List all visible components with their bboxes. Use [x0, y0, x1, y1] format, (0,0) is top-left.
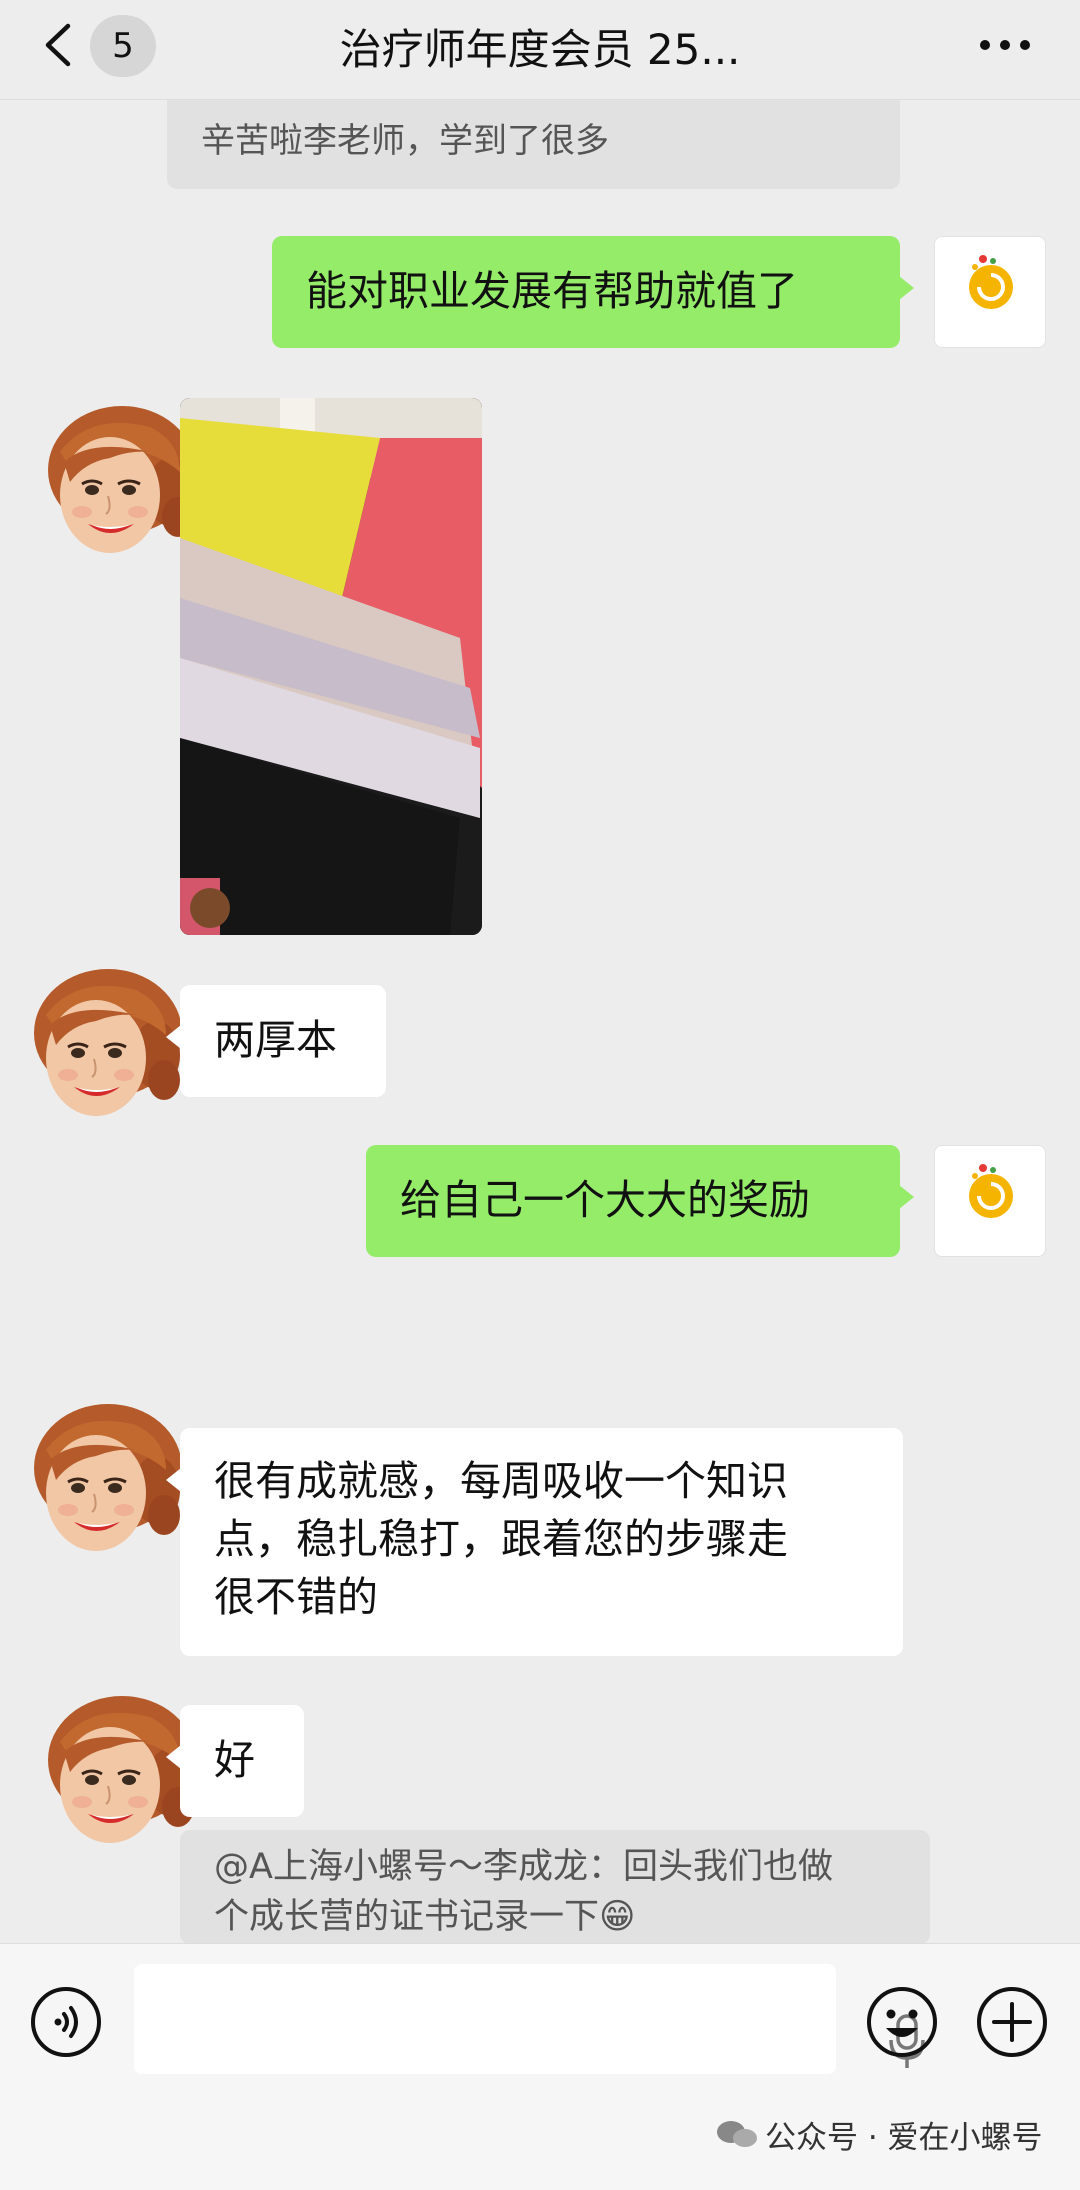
contact-avatar[interactable] [16, 955, 186, 1125]
message-text-line: 点，稳扎稳打，跟着您的步骤走 [214, 1515, 788, 1563]
quoted-reply[interactable]: @A上海小螺号～李成龙：回头我们也做 个成长营的证书记录一下😁 [180, 1830, 930, 1944]
message-bubble-self[interactable]: 能对职业发展有帮助就值了 [272, 236, 914, 348]
self-avatar[interactable] [934, 236, 1046, 348]
chat-input-bar: 公众号 · 爱在小螺号 [0, 1943, 1080, 2190]
quoted-reply-line: 个成长营的证书记录一下😁 [214, 1897, 636, 1937]
message-text-line: 很不错的 [214, 1573, 378, 1621]
back-arrow-icon[interactable] [38, 20, 78, 70]
voice-input-icon[interactable] [28, 1984, 104, 2060]
more-options-icon[interactable] [975, 30, 1035, 60]
message-text: 两厚本 [214, 1016, 337, 1064]
add-attachment-icon[interactable] [974, 1984, 1050, 2060]
wechat-icon [717, 2121, 757, 2147]
quoted-message[interactable]: 辛苦啦李老师，学到了很多 [167, 85, 900, 189]
unread-count-badge[interactable]: 5 [90, 15, 156, 77]
watermark: 公众号 · 爱在小螺号 [715, 2112, 1075, 2156]
message-text-line: 很有成就感，每周吸收一个知识 [214, 1457, 788, 1505]
message-input[interactable] [134, 1964, 925, 2074]
message-text: 能对职业发展有帮助就值了 [306, 267, 798, 315]
message-bubble-contact[interactable]: 很有成就感，每周吸收一个知识 点，稳扎稳打，跟着您的步骤走 很不错的 [166, 1428, 903, 1656]
message-text: 给自己一个大大的奖励 [400, 1176, 810, 1224]
self-avatar[interactable] [934, 1145, 1046, 1257]
quoted-reply-line: @A上海小螺号～李成龙：回头我们也做 [214, 1847, 833, 1887]
watermark-text: 公众号 · 爱在小螺号 [765, 2119, 1043, 2156]
message-bubble-self[interactable]: 给自己一个大大的奖励 [366, 1145, 914, 1257]
snail-logo-icon [935, 1146, 1047, 1258]
emoji-icon[interactable] [864, 1984, 940, 2060]
chat-title: 治疗师年度会员 25... [339, 25, 741, 74]
snail-logo-icon [935, 237, 1047, 349]
message-text: 好 [214, 1736, 255, 1784]
chat-header: 5 治疗师年度会员 25... [0, 0, 1080, 100]
photo-of-notebooks [180, 398, 482, 935]
message-photo[interactable] [180, 398, 482, 935]
message-bubble-contact[interactable]: 好 [166, 1705, 304, 1817]
contact-avatar[interactable] [16, 1390, 186, 1560]
message-bubble-contact[interactable]: 两厚本 [166, 985, 386, 1097]
quoted-message-text: 辛苦啦李老师，学到了很多 [201, 121, 609, 161]
contact-avatar[interactable] [30, 392, 200, 562]
